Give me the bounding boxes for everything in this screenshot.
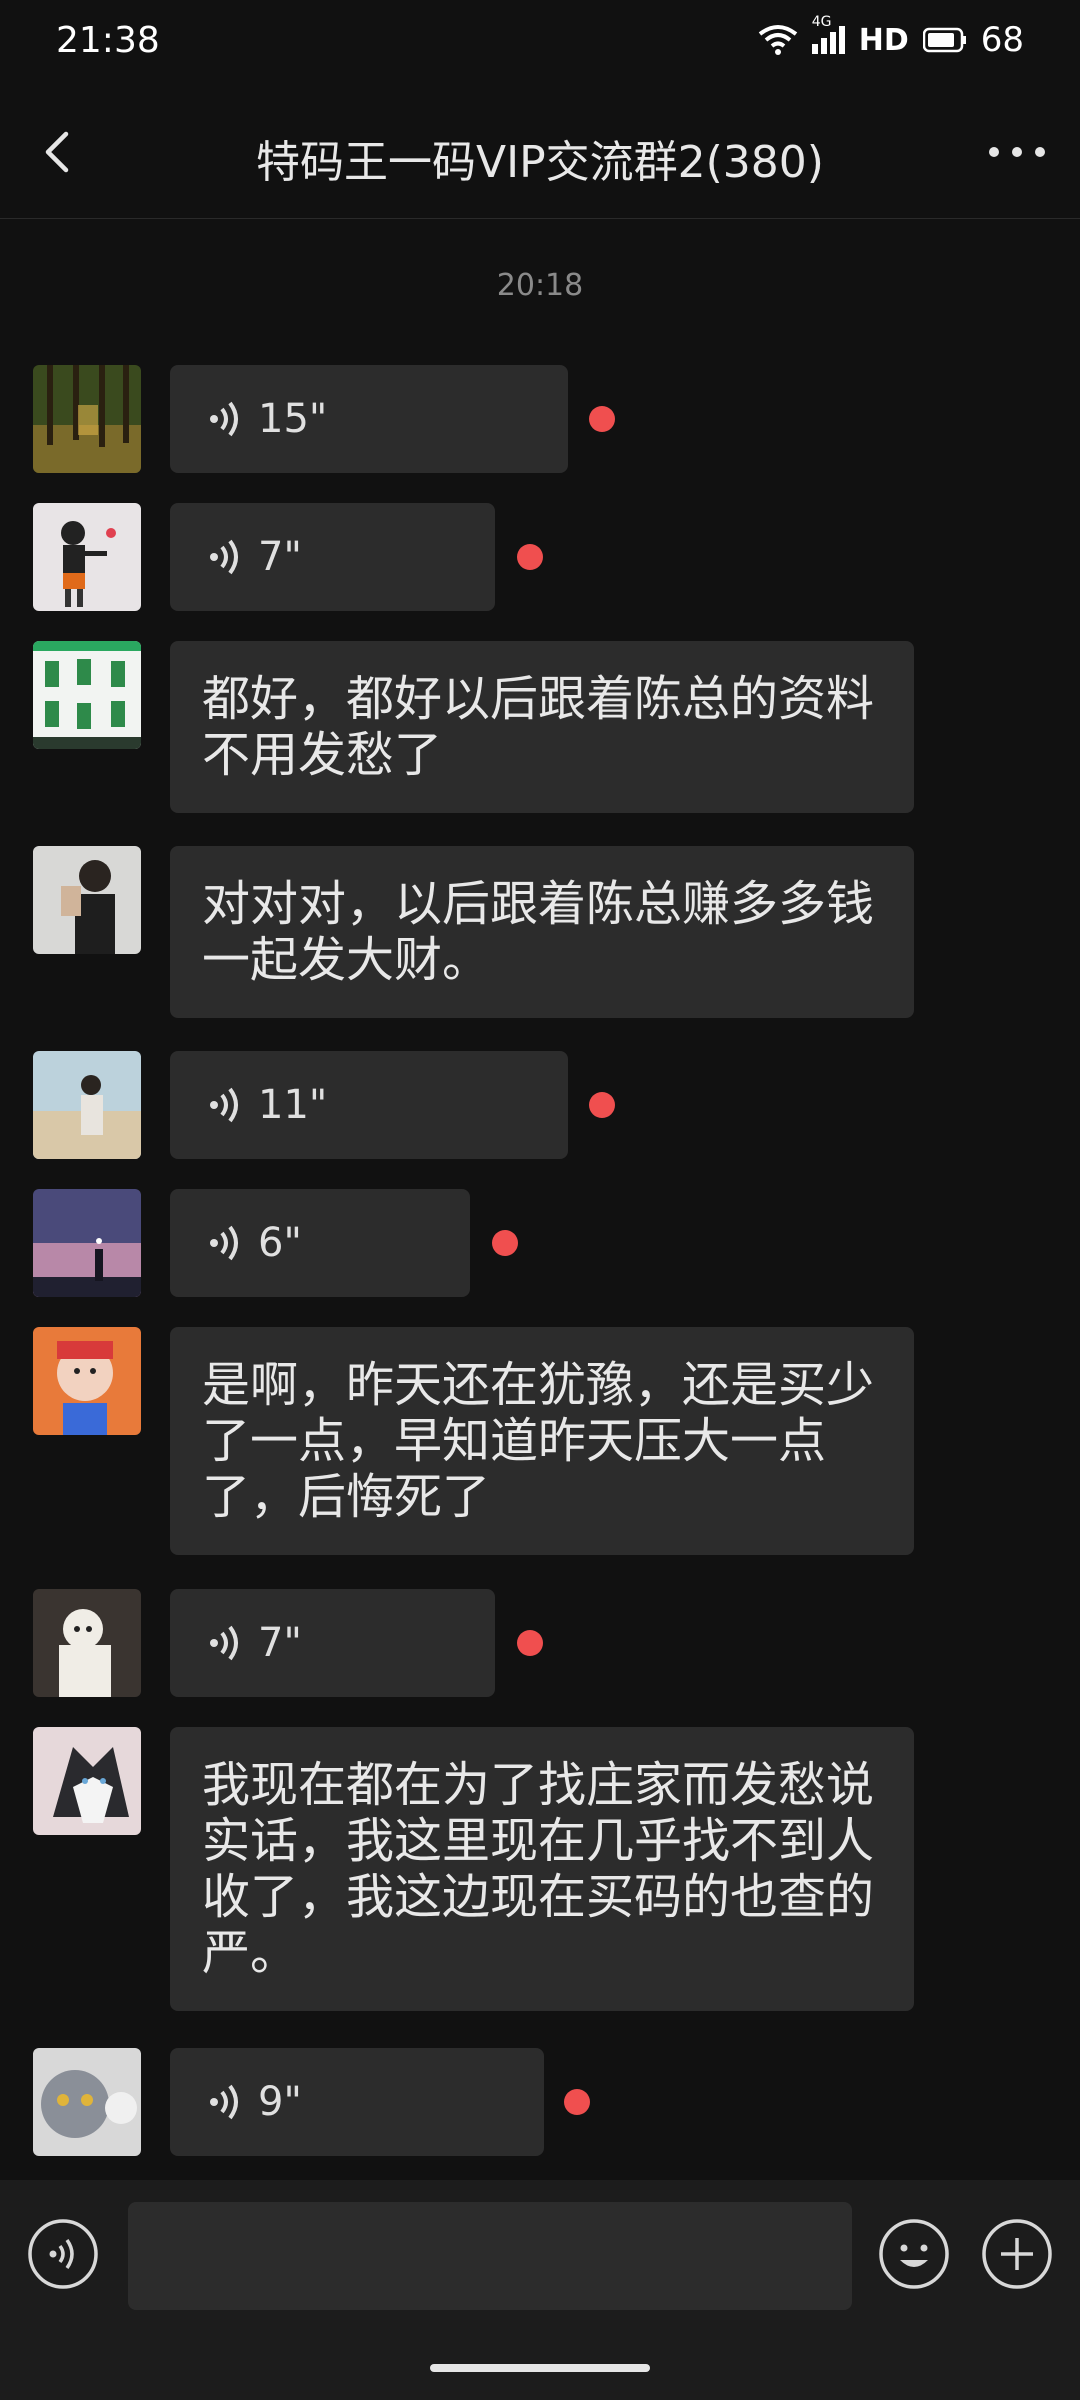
avatar[interactable] xyxy=(33,1327,141,1435)
unread-dot xyxy=(517,544,543,570)
voice-duration: 6" xyxy=(258,1220,302,1266)
avatar[interactable] xyxy=(33,1189,141,1297)
avatar[interactable] xyxy=(33,1727,141,1835)
voice-message-bubble[interactable]: 9" xyxy=(170,2048,544,2156)
avatar[interactable] xyxy=(33,2048,141,2156)
voice-message-bubble[interactable]: 7" xyxy=(170,1589,495,1697)
text-message-bubble[interactable]: 我现在都在为了找庄家而发愁说实话，我这里现在几乎找不到人收了，我这边现在买码的也… xyxy=(170,1727,914,2011)
more-dots-icon[interactable] xyxy=(982,122,1052,182)
avatar[interactable] xyxy=(33,641,141,749)
voice-duration: 11" xyxy=(258,1082,328,1128)
battery-icon xyxy=(922,27,966,53)
network-type: 4G xyxy=(811,14,832,30)
battery-level: 68 xyxy=(980,20,1024,60)
voice-message-bubble[interactable]: 6" xyxy=(170,1189,470,1297)
voice-wave-icon xyxy=(210,539,238,575)
voice-duration: 7" xyxy=(258,1620,302,1666)
hd-label: HD xyxy=(858,22,909,58)
input-bar xyxy=(0,2180,1080,2400)
unread-dot xyxy=(589,1092,615,1118)
plus-icon[interactable] xyxy=(981,2218,1053,2290)
status-time: 21:38 xyxy=(56,20,160,61)
voice-wave-icon xyxy=(210,1087,238,1123)
voice-duration: 9" xyxy=(258,2079,302,2125)
voice-message-bubble[interactable]: 11" xyxy=(170,1051,568,1159)
avatar[interactable] xyxy=(33,365,141,473)
voice-wave-icon xyxy=(210,401,238,437)
unread-dot xyxy=(517,1630,543,1656)
home-indicator[interactable] xyxy=(430,2364,650,2372)
text-message-bubble[interactable]: 是啊，昨天还在犹豫，还是买少了一点，早知道昨天压大一点了，后悔死了 xyxy=(170,1327,914,1555)
voice-wave-icon xyxy=(210,1225,238,1261)
voice-wave-icon xyxy=(210,1625,238,1661)
voice-input-icon[interactable] xyxy=(27,2218,99,2290)
avatar[interactable] xyxy=(33,503,141,611)
voice-wave-icon xyxy=(210,2084,238,2120)
unread-dot xyxy=(492,1230,518,1256)
unread-dot xyxy=(589,406,615,432)
avatar[interactable] xyxy=(33,1589,141,1697)
text-message-bubble[interactable]: 都好，都好以后跟着陈总的资料不用发愁了 xyxy=(170,641,914,813)
voice-message-bubble[interactable]: 7" xyxy=(170,503,495,611)
voice-message-bubble[interactable]: 15" xyxy=(170,365,568,473)
status-bar: 21:38 4G HD 68 xyxy=(0,0,1080,90)
signal-icon: 4G xyxy=(811,14,845,54)
unread-dot xyxy=(564,2089,590,2115)
nav-bar: 特码王一码VIP交流群2(380) xyxy=(0,90,1080,219)
text-message-bubble[interactable]: 对对对，以后跟着陈总赚多多钱一起发大财。 xyxy=(170,846,914,1018)
emoji-icon[interactable] xyxy=(878,2218,950,2290)
voice-duration: 15" xyxy=(258,396,328,442)
wifi-icon xyxy=(758,25,797,55)
message-input[interactable] xyxy=(128,2202,852,2310)
status-icons: 4G HD 68 xyxy=(758,14,1024,60)
chat-title: 特码王一码VIP交流群2(380) xyxy=(256,137,824,188)
timestamp: 20:18 xyxy=(496,268,584,303)
avatar[interactable] xyxy=(33,846,141,954)
avatar[interactable] xyxy=(33,1051,141,1159)
voice-duration: 7" xyxy=(258,534,302,580)
